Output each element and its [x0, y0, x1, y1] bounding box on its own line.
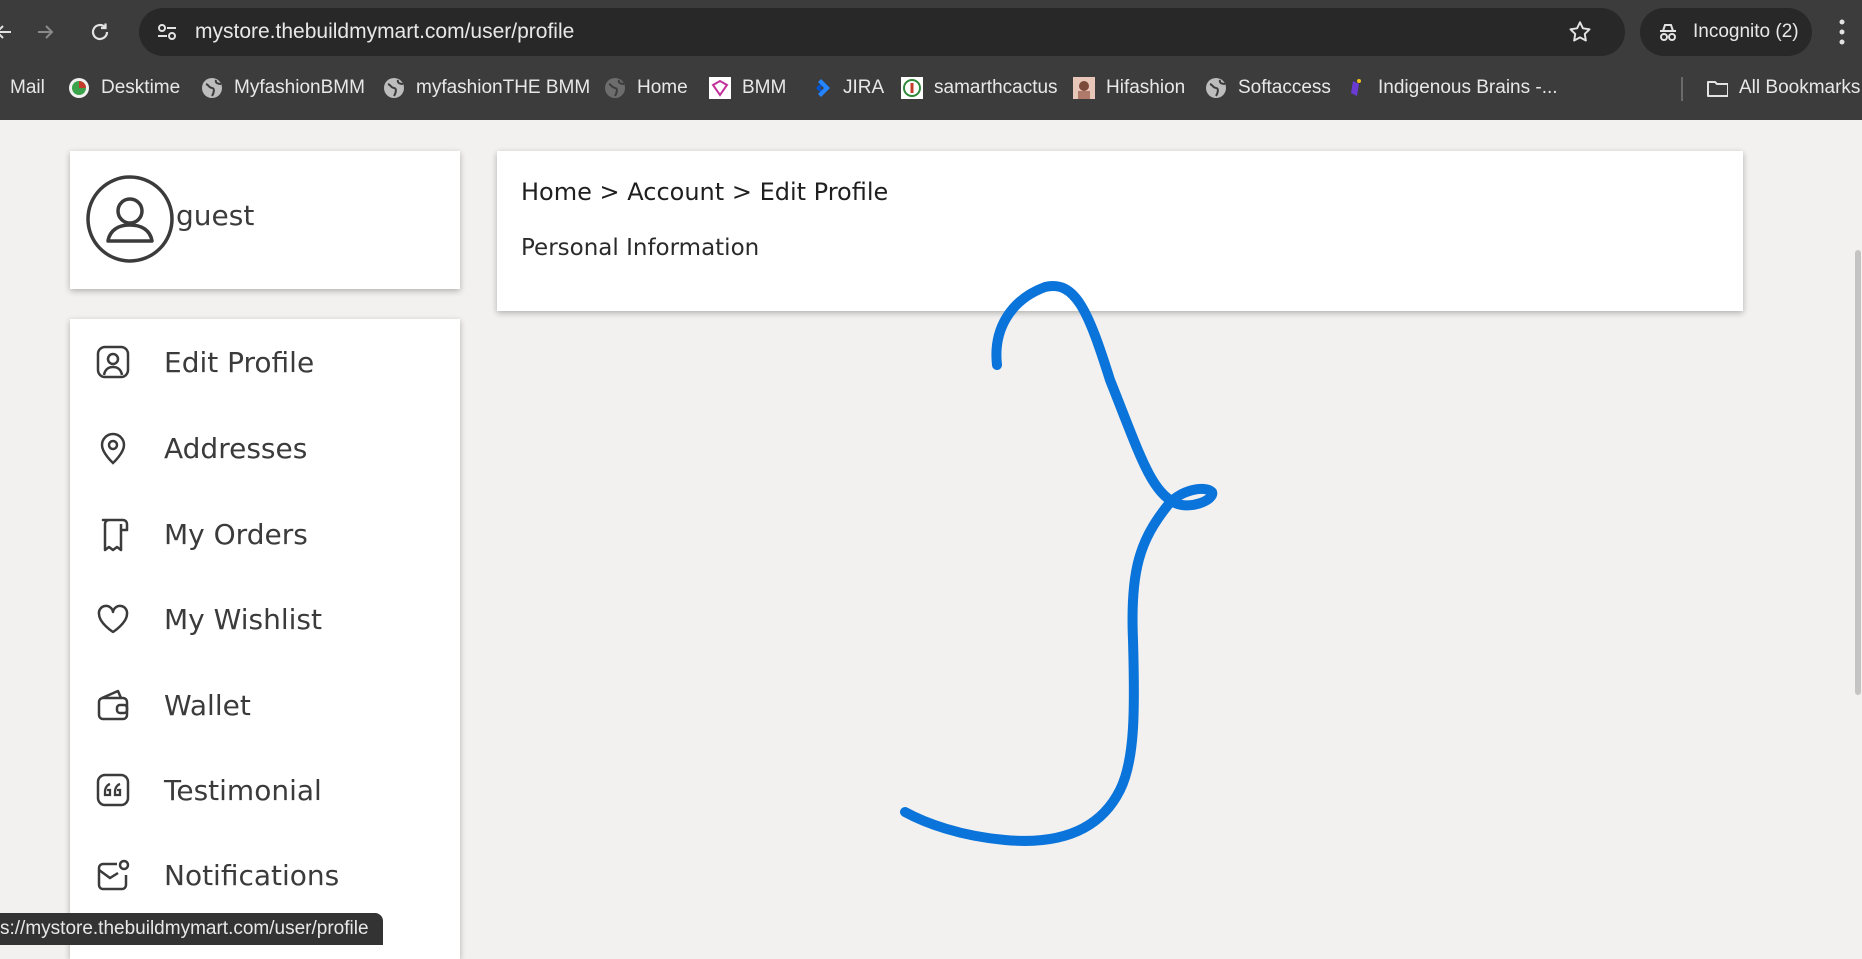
annotation-drawing	[900, 281, 1218, 846]
link-status-bar: s://mystore.thebuildmymart.com/user/prof…	[0, 913, 383, 945]
annotation-curly-stroke	[900, 281, 1218, 846]
page-scrollbar-thumb[interactable]	[1855, 250, 1861, 695]
